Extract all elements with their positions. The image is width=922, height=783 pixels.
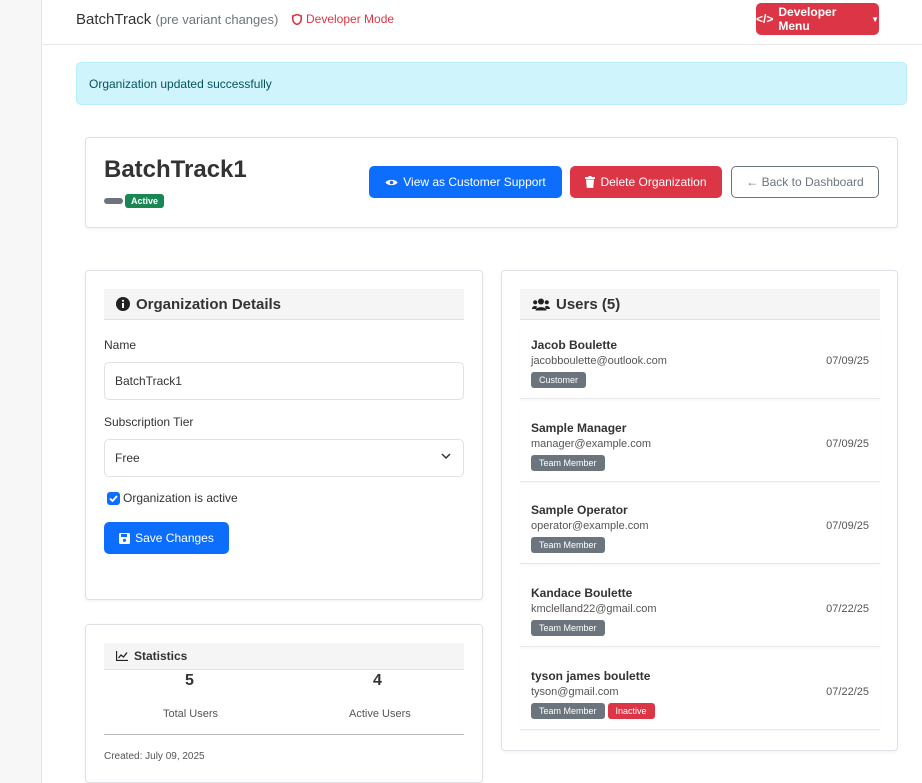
brand-name: BatchTrack xyxy=(76,11,152,28)
user-role-badge: Customer xyxy=(531,372,587,388)
users-heading: Users (5) xyxy=(556,295,621,313)
user-name: tyson james boulette xyxy=(531,669,651,683)
user-inactive-badge: Inactive xyxy=(607,703,655,719)
status-badge: Active xyxy=(125,194,165,208)
user-email: jacobboulette@outlook.com xyxy=(531,355,667,367)
user-date: 07/22/25 xyxy=(826,686,869,698)
alert-message: Organization updated successfully xyxy=(89,77,272,91)
user-list-item[interactable]: Kandace Boulette kmclelland22@gmail.com … xyxy=(520,572,880,647)
user-list-item[interactable]: Jacob Boulette jacobboulette@outlook.com… xyxy=(520,324,880,399)
info-circle-icon xyxy=(116,297,130,311)
top-navbar: BatchTrack (pre variant changes) Develop… xyxy=(42,0,922,45)
organization-active-label: Organization is active xyxy=(123,491,238,505)
brand[interactable]: BatchTrack (pre variant changes) xyxy=(76,11,278,28)
view-as-support-button[interactable]: View as Customer Support xyxy=(369,166,562,198)
user-email: tyson@gmail.com xyxy=(531,686,619,698)
user-date: 07/09/25 xyxy=(826,355,869,367)
name-input-value: BatchTrack1 xyxy=(115,374,182,388)
user-name: Sample Manager xyxy=(531,421,627,435)
user-email: kmclelland22@gmail.com xyxy=(531,603,657,615)
created-date: Created: July 09, 2025 xyxy=(104,751,205,762)
left-sidebar-strip xyxy=(0,0,42,783)
name-input[interactable]: BatchTrack1 xyxy=(104,362,464,400)
user-name: Kandace Boulette xyxy=(531,586,633,600)
organization-header-card: BatchTrack1 Active View as Customer Supp… xyxy=(85,137,898,228)
user-list-item[interactable]: tyson james boulette tyson@gmail.com 07/… xyxy=(520,655,880,730)
caret-down-icon: ▼ xyxy=(871,14,879,24)
organization-active-checkbox[interactable] xyxy=(107,492,120,505)
shield-icon xyxy=(292,13,302,25)
developer-mode-indicator: Developer Mode xyxy=(292,12,394,26)
user-email: operator@example.com xyxy=(531,520,649,532)
user-date: 07/09/25 xyxy=(826,438,869,450)
code-icon: </> xyxy=(756,12,774,26)
name-label: Name xyxy=(104,338,137,352)
statistics-divider xyxy=(104,734,464,735)
total-users-label: Total Users xyxy=(163,708,219,720)
organization-details-header: Organization Details xyxy=(104,289,464,320)
trash-icon xyxy=(585,176,596,188)
organization-details-card: Organization Details Name BatchTrack1 Su… xyxy=(85,270,483,600)
delete-organization-label: Delete Organization xyxy=(600,175,707,189)
developer-mode-label: Developer Mode xyxy=(306,12,395,26)
eye-icon xyxy=(385,179,398,185)
user-name: Sample Operator xyxy=(531,503,628,517)
brand-subtitle: (pre variant changes) xyxy=(155,12,279,27)
statistics-header: Statistics xyxy=(104,643,464,670)
users-icon xyxy=(532,298,550,310)
back-to-dashboard-label: ← Back to Dashboard xyxy=(746,175,864,189)
chart-line-icon xyxy=(116,651,128,661)
save-changes-label: Save Changes xyxy=(135,531,214,545)
user-list-item[interactable]: Sample Manager manager@example.com 07/09… xyxy=(520,407,880,482)
subscription-tier-select[interactable]: Free xyxy=(104,439,464,477)
user-role-badge: Team Member xyxy=(531,620,605,636)
user-name: Jacob Boulette xyxy=(531,338,618,352)
user-date: 07/22/25 xyxy=(826,603,869,615)
chevron-down-icon xyxy=(441,453,451,460)
user-date: 07/09/25 xyxy=(826,520,869,532)
subscription-tier-label: Subscription Tier xyxy=(104,415,194,429)
check-icon xyxy=(109,495,118,502)
view-as-support-label: View as Customer Support xyxy=(403,175,546,189)
total-users-value: 5 xyxy=(185,672,194,689)
organization-details-heading: Organization Details xyxy=(136,295,282,313)
statistics-card: Statistics 5 Total Users 4 Active Users … xyxy=(85,624,483,783)
page-title: BatchTrack1 xyxy=(104,156,247,183)
statistics-heading: Statistics xyxy=(134,649,188,663)
developer-menu-label: Developer Menu xyxy=(778,5,837,33)
user-list-item[interactable]: Sample Operator operator@example.com 07/… xyxy=(520,489,880,564)
success-alert: Organization updated successfully xyxy=(76,62,907,105)
back-to-dashboard-button[interactable]: ← Back to Dashboard xyxy=(731,166,879,198)
users-header: Users (5) xyxy=(520,289,880,320)
active-users-value: 4 xyxy=(373,672,382,689)
user-role-badge: Team Member xyxy=(531,703,605,719)
subscription-tier-value: Free xyxy=(115,451,140,465)
users-card: Users (5) Jacob Boulette jacobboulette@o… xyxy=(501,270,898,751)
user-role-badge: Team Member xyxy=(531,455,605,471)
status-pill xyxy=(104,198,123,204)
developer-menu-button[interactable]: </> Developer Menu ▼ xyxy=(756,3,879,35)
user-email: manager@example.com xyxy=(531,438,651,450)
user-role-badge: Team Member xyxy=(531,537,605,553)
delete-organization-button[interactable]: Delete Organization xyxy=(570,166,722,198)
active-users-label: Active Users xyxy=(349,708,411,720)
floppy-disk-icon xyxy=(119,532,131,544)
save-changes-button[interactable]: Save Changes xyxy=(104,522,229,554)
